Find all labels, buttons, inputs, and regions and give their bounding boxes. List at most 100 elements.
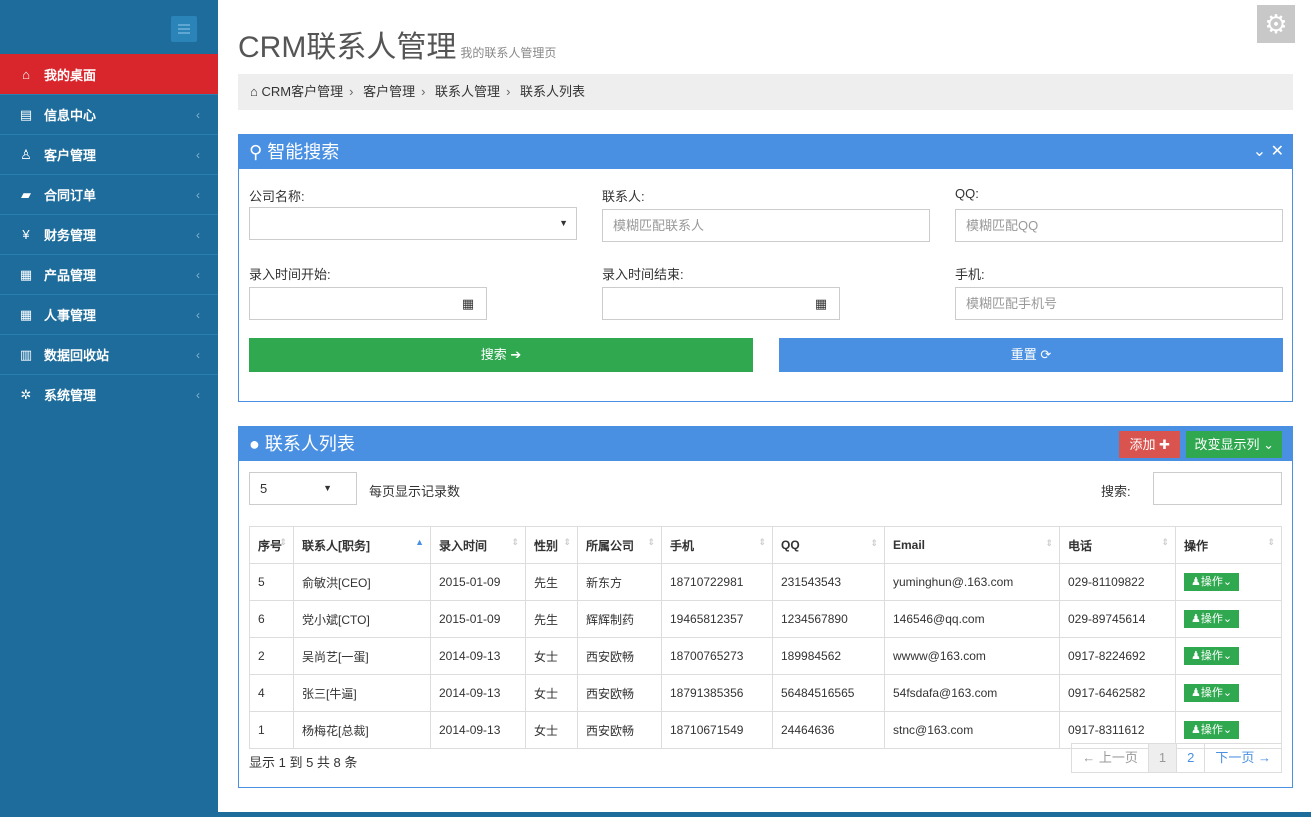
prev-page-button[interactable]: ← 上一页 [1072,744,1149,772]
company-label: 公司名称: [249,189,305,204]
sort-icon[interactable]: ⇕ [870,538,878,549]
close-icon[interactable]: ✕ [1271,143,1284,160]
table-cell: 党小斌[CTO] [293,600,431,638]
change-columns-button[interactable]: 改变显示列 ⌄ [1186,431,1282,458]
sidebar-item-1[interactable]: ▤ 信息中心 ‹ [0,94,218,134]
operation-button[interactable]: ♟操作⌄ [1184,573,1240,591]
sort-icon[interactable]: ⇕ [1267,537,1275,548]
breadcrumb: ⌂ CRM客户管理 › 客户管理 › 联系人管理 › 联系人列表 [238,74,1293,110]
breadcrumb-item-crm[interactable]: CRM客户管理 [261,84,343,99]
trash-icon: ▥ [19,346,33,362]
sidebar: ⌂ 我的桌面 ▤ 信息中心 ‹ ♙ 客户管理 ‹ ▰ 合同订单 ‹ ¥ 财务管理 ‹ ▦ 产品管理 ‹ ▦ 人事管理… [0,0,218,817]
operation-button[interactable]: ♟操作⌄ [1184,610,1240,628]
sort-icon[interactable]: ⇕ [563,537,571,548]
sidebar-item-3[interactable]: ▰ 合同订单 ‹ [0,174,218,214]
table-cell: 19465812357 [661,600,773,638]
collapse-icon[interactable]: ⌄ [1253,143,1266,160]
column-header-6[interactable]: QQ ⇕ [772,526,885,564]
sidebar-item-8[interactable]: ✲ 系统管理 ‹ [0,374,218,414]
page-1-button[interactable]: 1 [1148,744,1178,772]
table-cell: 6 [249,600,294,638]
operation-button[interactable]: ♟操作⌄ [1184,684,1240,702]
table-search-label: 搜索: [1101,484,1131,499]
sidebar-item-0[interactable]: ⌂ 我的桌面 [0,54,218,94]
breadcrumb-item-customer[interactable]: 客户管理 [363,84,415,99]
table-cell: 029-81109822 [1059,563,1176,601]
reset-button[interactable]: 重置 ⟳ [779,338,1283,372]
sidebar-item-7[interactable]: ▥ 数据回收站 ‹ [0,334,218,374]
sort-icon[interactable]: ⇕ [279,537,287,548]
next-page-button[interactable]: 下一页 → [1205,744,1281,772]
calendar-icon[interactable]: ▦ [803,288,839,319]
yen-icon: ¥ [22,227,30,242]
company-select[interactable]: ▼ [249,207,577,240]
calendar-icon[interactable]: ▦ [450,288,486,319]
table-cell: 0917-6462582 [1059,674,1176,712]
breadcrumb-item-contact[interactable]: 联系人管理 [435,84,500,99]
page-size-select[interactable]: 5 ▼ [249,472,357,505]
end-time-input[interactable]: ▦ [602,287,840,320]
list-panel-header: ● 联系人列表 添加 ✚ 改变显示列 ⌄ [239,427,1292,461]
table-cell: 杨梅花[总裁] [293,711,431,749]
table-cell: 辉辉制药 [577,600,662,638]
message-icon: ▤ [19,106,33,122]
table-cell: wwww@163.com [884,637,1060,675]
column-header-9[interactable]: 操作 ⇕ [1175,526,1282,564]
chevron-left-icon: ‹ [196,347,200,362]
phone-input[interactable]: 模糊匹配手机号 [955,287,1283,320]
table-icon: ▦ [19,266,33,282]
search-icon: ⚲ [249,142,263,162]
column-header-1[interactable]: 联系人[职务] ▲ [293,526,431,564]
search-button[interactable]: 搜索 ➔ [249,338,753,372]
sort-icon[interactable]: ⇕ [647,537,655,548]
sidebar-item-5[interactable]: ▦ 产品管理 ‹ [0,254,218,294]
table-cell: 女士 [525,674,578,712]
contact-list-panel: ● 联系人列表 添加 ✚ 改变显示列 ⌄ 5 ▼ 每页显示记录数 搜索: 序号 ⇕ 联… [238,426,1293,788]
chevron-left-icon: ‹ [196,267,200,282]
sort-icon[interactable]: ⇕ [1045,538,1053,549]
table-cell: 029-89745614 [1059,600,1176,638]
contact-input[interactable]: 模糊匹配联系人 [602,209,930,242]
table-cell: ♟操作⌄ [1175,563,1282,601]
sidebar-item-4[interactable]: ¥ 财务管理 ‹ [0,214,218,254]
sort-icon[interactable]: ⇕ [758,537,766,548]
chevron-left-icon: ‹ [196,227,200,242]
table-cell: yuminghun@.163.com [884,563,1060,601]
table-cell: 54fsdafa@163.com [884,674,1060,712]
column-header-2[interactable]: 录入时间 ⇕ [430,526,526,564]
contact-label: 联系人: [602,189,645,204]
operation-button[interactable]: ♟操作⌄ [1184,647,1240,665]
column-header-5[interactable]: 手机 ⇕ [661,526,773,564]
table-cell: 1 [249,711,294,749]
operation-button[interactable]: ♟操作⌄ [1184,721,1240,739]
home-icon: ⌂ [250,84,258,99]
sidebar-nav: ⌂ 我的桌面 ▤ 信息中心 ‹ ♙ 客户管理 ‹ ▰ 合同订单 ‹ ¥ 财务管理 ‹ ▦ 产品管理 ‹ ▦ 人事管理… [0,54,218,414]
table-cell: 先生 [525,563,578,601]
table-cell: 18710671549 [661,711,773,749]
sort-icon[interactable]: ⇕ [1161,537,1169,548]
column-header-0[interactable]: 序号 ⇕ [249,526,294,564]
sidebar-item-6[interactable]: ▦ 人事管理 ‹ [0,294,218,334]
table-cell: 4 [249,674,294,712]
bottom-border [218,812,1311,817]
add-button[interactable]: 添加 ✚ [1119,431,1180,458]
table-search-input[interactable] [1153,472,1282,505]
start-time-input[interactable]: ▦ [249,287,487,320]
sort-icon[interactable]: ⇕ [511,537,519,548]
page-2-button[interactable]: 2 [1177,744,1206,772]
table-cell: 189984562 [772,637,885,675]
sidebar-item-2[interactable]: ♙ 客户管理 ‹ [0,134,218,174]
column-header-3[interactable]: 性别 ⇕ [525,526,578,564]
start-time-label: 录入时间开始: [249,267,331,282]
table-cell: 2 [249,637,294,675]
search-panel-header: ⚲ 智能搜索 ⌄ ✕ [239,135,1292,169]
sort-icon[interactable]: ▲ [415,537,424,547]
column-header-7[interactable]: Email ⇕ [884,526,1060,564]
table-body: 5 俞敏洪[CEO] 2015-01-09 先生 新东方 18710722981 23154… [249,563,1282,749]
qq-input[interactable]: 模糊匹配QQ [955,209,1283,242]
column-header-8[interactable]: 电话 ⇕ [1059,526,1176,564]
column-header-4[interactable]: 所属公司 ⇕ [577,526,662,564]
menu-toggle-icon[interactable] [171,16,197,42]
chevron-left-icon: ‹ [196,147,200,162]
settings-gear-icon[interactable]: ⚙ [1257,5,1295,43]
